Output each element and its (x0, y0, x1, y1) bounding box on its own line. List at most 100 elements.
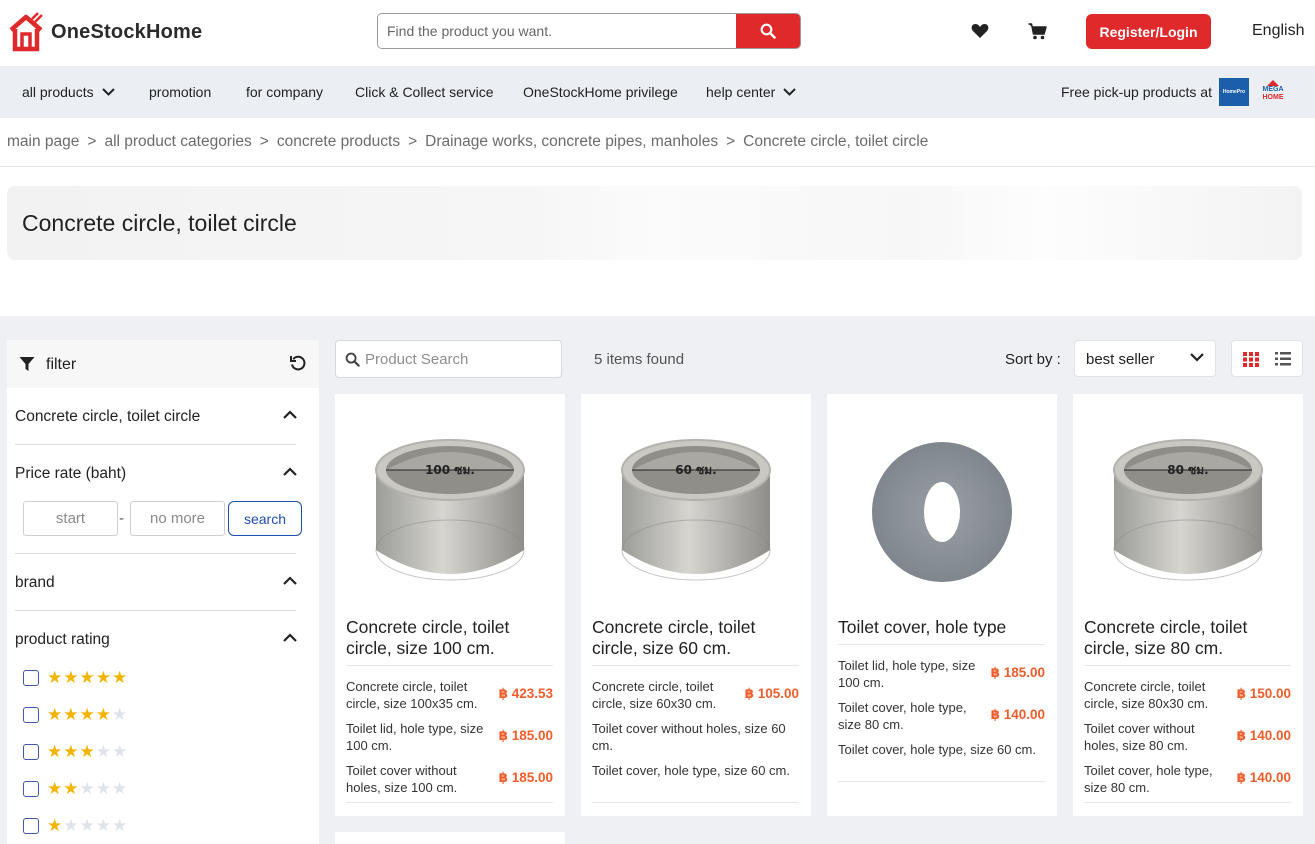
product-variant[interactable]: Toilet cover without holes, size 60 cm. (592, 720, 799, 754)
breadcrumb-item[interactable]: Drainage works, concrete pipes, manholes (425, 133, 718, 150)
variant-name: Toilet cover without holes, size 80 cm. (1084, 721, 1195, 753)
nav-all-products[interactable]: all products (22, 84, 115, 100)
product-variant[interactable]: Concrete circle, toilet circle, size 80x… (1084, 678, 1291, 712)
product-image[interactable]: 100 ซม. (350, 412, 550, 612)
divider (838, 644, 1045, 645)
rating-filter-row[interactable]: ★ ★ ★ ★ ★ (23, 743, 128, 760)
product-image[interactable]: 60 ซม. (596, 412, 796, 612)
product-card[interactable]: 100 ซม. Concrete circle, toilet circle, s… (335, 394, 565, 816)
product-variant[interactable]: Toilet cover, hole type, size 80 cm. ฿ 14… (838, 699, 1045, 733)
chevron-up-icon[interactable] (283, 467, 297, 476)
product-variant[interactable]: Toilet cover without holes, size 100 cm.… (346, 762, 553, 796)
divider (838, 781, 1045, 782)
filter-section-price-title: Price rate (baht) (15, 465, 127, 482)
site-search-input[interactable] (378, 14, 736, 48)
price-search-button[interactable]: search (228, 501, 302, 536)
view-toggle (1231, 340, 1303, 377)
breadcrumb-item[interactable]: concrete products (277, 133, 400, 150)
rating-checkbox[interactable] (23, 743, 39, 760)
product-card[interactable]: Toilet cover, hole type Toilet lid, hole … (827, 394, 1057, 816)
nav-click-collect[interactable]: Click & Collect service (355, 84, 493, 100)
variant-name: Toilet cover without holes, size 100 cm. (346, 763, 458, 795)
site-search (377, 13, 801, 49)
star-icon: ★ (95, 705, 111, 724)
variant-name: Concrete circle, toilet circle, size 100… (346, 679, 478, 711)
star-icon: ★ (112, 816, 128, 835)
nav-promotion[interactable]: promotion (149, 84, 211, 100)
reset-icon[interactable] (289, 354, 307, 372)
product-variant[interactable]: Toilet cover without holes, size 80 cm. ฿… (1084, 720, 1291, 754)
product-variant[interactable]: Toilet cover, hole type, size 60 cm. (838, 741, 1045, 758)
nav-privilege[interactable]: OneStockHome privilege (523, 84, 678, 100)
concrete-ring-image: 80 ซม. (1113, 439, 1263, 581)
site-search-button[interactable] (736, 14, 800, 48)
chevron-up-icon[interactable] (283, 633, 297, 642)
register-login-button[interactable]: Register/Login (1086, 14, 1211, 49)
breadcrumb-separator: > (408, 133, 418, 150)
brand-name: OneStockHome (51, 20, 203, 43)
breadcrumb-item[interactable]: all product categories (104, 133, 251, 150)
star-icon: ★ (112, 742, 128, 761)
variant-name: Toilet cover, hole type, size 80 cm. (1084, 763, 1213, 795)
product-name[interactable]: Concrete circle, toilet circle, size 60 … (592, 617, 802, 659)
rating-checkbox[interactable] (23, 780, 39, 797)
cart-button[interactable] (1027, 21, 1047, 41)
wishlist-button[interactable] (970, 21, 990, 41)
product-variant[interactable]: Toilet cover, hole type, size 80 cm. ฿ 14… (1084, 762, 1291, 796)
list-view-icon[interactable] (1275, 352, 1291, 366)
price-min-input[interactable] (23, 501, 118, 536)
product-card[interactable]: 80 ซม. Concrete circle, toilet circle, si… (1073, 394, 1303, 816)
filter-section-brand[interactable]: brand (15, 574, 297, 592)
product-variant[interactable]: Concrete circle, toilet circle, size 60x… (592, 678, 799, 712)
variant-name: Toilet lid, hole type, size 100 cm. (838, 658, 976, 690)
variant-name: Concrete circle, toilet circle, size 80x… (1084, 679, 1209, 711)
breadcrumb-current: Concrete circle, toilet circle (743, 133, 929, 150)
product-name[interactable]: Concrete circle, toilet circle, size 80 … (1084, 617, 1294, 659)
rating-filter-row[interactable]: ★ ★ ★ ★ ★ (23, 706, 128, 723)
divider (15, 553, 296, 554)
filter-section-category[interactable]: Concrete circle, toilet circle (15, 408, 297, 426)
megahome-logo[interactable]: MEGA HOME (1258, 80, 1288, 106)
rating-checkbox[interactable] (23, 669, 39, 686)
rating-filter-row[interactable]: ★ ★ ★ ★ ★ (23, 780, 128, 797)
product-variant[interactable]: Toilet lid, hole type, size 100 cm. ฿ 185… (346, 720, 553, 754)
rating-checkbox[interactable] (23, 817, 39, 834)
brand-logo[interactable]: OneStockHome (8, 12, 202, 52)
product-name[interactable]: Toilet cover, hole type (838, 617, 1048, 638)
grid-view-icon[interactable] (1243, 352, 1259, 367)
rating-filter-row[interactable]: ★ ★ ★ ★ ★ (23, 669, 128, 686)
homepro-logo[interactable]: HomePro (1219, 78, 1249, 106)
chevron-up-icon[interactable] (283, 576, 297, 585)
nav-for-company[interactable]: for company (246, 84, 323, 100)
filter-section-rating[interactable]: product rating (15, 631, 297, 649)
product-image[interactable] (842, 412, 1042, 612)
star-icon: ★ (63, 742, 79, 761)
variant-name: Toilet cover without holes, size 60 cm. (592, 721, 786, 753)
breadcrumb-separator: > (87, 133, 97, 150)
product-image[interactable]: 80 ซม. (1088, 412, 1288, 612)
product-name[interactable]: Concrete circle, toilet circle, size 100… (346, 617, 556, 659)
product-card[interactable]: 60 ซม. Concrete circle, toilet circle, si… (581, 394, 811, 816)
page-title: Concrete circle, toilet circle (22, 210, 297, 236)
product-variant[interactable]: Toilet cover, hole type, size 60 cm. (592, 762, 799, 779)
filter-section-price[interactable]: Price rate (baht) (15, 465, 297, 483)
breadcrumb-item[interactable]: main page (7, 133, 79, 150)
product-variant[interactable]: Concrete circle, toilet circle, size 100… (346, 678, 553, 712)
chevron-down-icon (783, 88, 796, 96)
star-icon: ★ (95, 668, 111, 687)
product-variant[interactable]: Toilet lid, hole type, size 100 cm. ฿ 185… (838, 657, 1045, 691)
rating-filter-row[interactable]: ★ ★ ★ ★ ★ (23, 817, 128, 834)
product-search-input[interactable] (365, 350, 555, 368)
rating-checkbox[interactable] (23, 706, 39, 723)
chevron-up-icon[interactable] (283, 410, 297, 419)
star-icon: ★ (47, 668, 63, 687)
product-card[interactable] (335, 832, 565, 844)
megahome-logo-bottom: HOME (1262, 94, 1284, 101)
nav-help-center[interactable]: help center (706, 84, 796, 100)
star-icon: ★ (63, 705, 79, 724)
language-selector[interactable]: English (1252, 22, 1304, 40)
sort-select[interactable]: best seller (1074, 340, 1216, 377)
price-max-input[interactable] (130, 501, 225, 536)
main-navigation: all products promotion for company Click… (0, 66, 1315, 118)
variant-price: ฿ 423.53 (498, 686, 553, 701)
